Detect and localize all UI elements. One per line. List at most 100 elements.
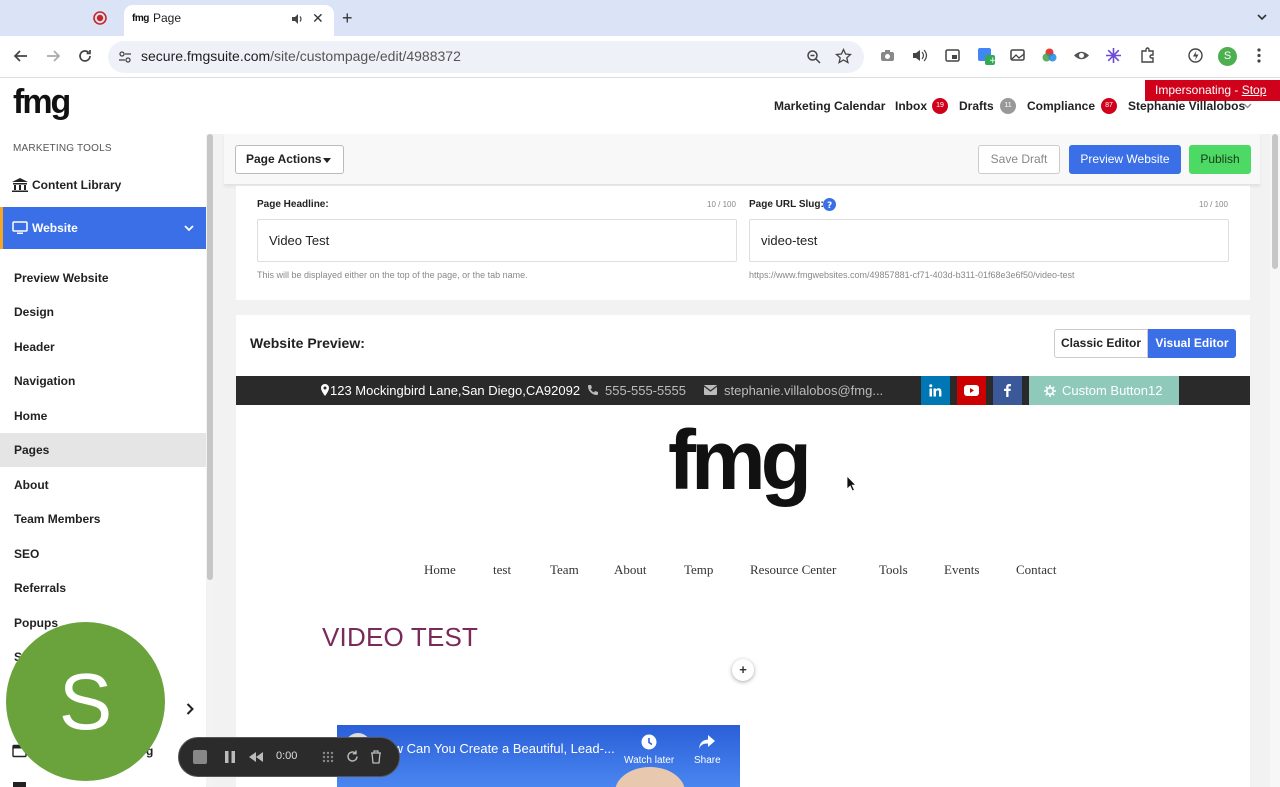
fmg-logo[interactable]: fmg: [13, 82, 71, 122]
youtube-button[interactable]: [957, 376, 986, 405]
sidebar-bottom-icon: [13, 782, 26, 787]
sidebar-item-design[interactable]: Design: [0, 295, 206, 329]
site-nav-contact[interactable]: Contact: [1016, 562, 1056, 578]
impersonating-banner: Impersonating - Stop: [1145, 80, 1280, 101]
page-url-slug-input[interactable]: video-test: [749, 219, 1229, 262]
mouse-cursor-icon: [846, 475, 857, 492]
page-actions-dropdown[interactable]: Page Actions: [235, 145, 344, 174]
site-nav-test[interactable]: test: [493, 562, 511, 578]
sparkle-extension-icon[interactable]: [1105, 47, 1122, 64]
restart-icon[interactable]: [346, 750, 359, 763]
tab-close-icon[interactable]: ✕: [312, 10, 324, 27]
performance-icon[interactable]: [1187, 47, 1204, 64]
site-nav-resource-center[interactable]: Resource Center: [750, 562, 836, 578]
stop-impersonating-link[interactable]: Stop: [1242, 83, 1267, 97]
site-nav-about[interactable]: About: [614, 562, 647, 578]
sidebar-item-pages[interactable]: Pages: [0, 433, 206, 467]
site-nav-team[interactable]: Team: [550, 562, 579, 578]
main-scrollbar[interactable]: [1270, 134, 1280, 787]
visual-editor-toggle[interactable]: Visual Editor: [1148, 329, 1236, 358]
linkedin-button[interactable]: [921, 376, 950, 405]
custom-button-12[interactable]: Custom Button12: [1029, 376, 1179, 405]
watch-later-clock-icon[interactable]: [641, 734, 657, 750]
address-bar[interactable]: secure.fmgsuite.com/site/custompage/edit…: [108, 41, 864, 73]
browser-menu-icon[interactable]: [1254, 47, 1264, 64]
sidebar-item-preview-website[interactable]: Preview Website: [0, 261, 206, 295]
reload-icon[interactable]: [76, 47, 94, 65]
drag-handle-icon[interactable]: [322, 751, 334, 763]
page-actions-label: Page Actions: [246, 152, 322, 166]
share-label[interactable]: Share: [694, 755, 721, 766]
video-thumbnail-person: [615, 767, 685, 787]
browser-tab[interactable]: fmg Page ✕: [124, 5, 334, 36]
user-menu-chevron-icon[interactable]: [1243, 103, 1252, 109]
sidebar-item-referrals[interactable]: Referrals: [0, 571, 206, 605]
site-nav-tools[interactable]: Tools: [879, 562, 908, 578]
color-picker-icon[interactable]: [1041, 47, 1058, 64]
watch-later-label[interactable]: Watch later: [624, 755, 674, 766]
site-nav-temp[interactable]: Temp: [684, 562, 713, 578]
picture-in-picture-icon[interactable]: [944, 47, 961, 64]
drafts-link[interactable]: Drafts: [959, 99, 994, 113]
screen-cast-icon[interactable]: [1009, 47, 1026, 64]
forward-arrow-icon[interactable]: [44, 47, 62, 65]
sidebar-item-seo[interactable]: SEO: [0, 537, 206, 571]
delete-trash-icon[interactable]: [370, 750, 382, 764]
help-question-icon[interactable]: ?: [823, 198, 836, 211]
site-settings-icon[interactable]: [117, 49, 133, 65]
facebook-button[interactable]: [993, 376, 1022, 405]
zoom-icon[interactable]: [806, 49, 822, 65]
back-arrow-icon[interactable]: [12, 47, 30, 65]
share-arrow-icon[interactable]: [699, 735, 715, 749]
media-speaker-icon[interactable]: [911, 47, 928, 64]
sidebar-item-website[interactable]: Website: [0, 207, 206, 249]
site-phone[interactable]: 555-555-5555: [605, 383, 686, 398]
monitor-icon: [12, 221, 28, 234]
sidebar-item-label: Content Library: [32, 178, 122, 192]
camera-icon[interactable]: [879, 47, 896, 64]
extensions-puzzle-icon[interactable]: [1139, 47, 1156, 64]
inbox-link[interactable]: Inbox: [895, 99, 927, 113]
site-nav-home[interactable]: Home: [424, 562, 456, 578]
classic-editor-toggle[interactable]: Classic Editor: [1054, 329, 1148, 358]
save-draft-button[interactable]: Save Draft: [978, 145, 1060, 174]
add-block-button[interactable]: +: [732, 659, 754, 681]
translate-extension-icon[interactable]: +: [977, 47, 996, 66]
chevron-right-icon[interactable]: [186, 703, 194, 715]
compliance-link[interactable]: Compliance: [1027, 99, 1095, 113]
sidebar-item-about[interactable]: About: [0, 468, 206, 502]
recording-timer: 0:00: [276, 750, 298, 762]
main-scroll-thumb[interactable]: [1272, 134, 1278, 269]
eye-extension-icon[interactable]: [1073, 47, 1090, 64]
sidebar-scroll-thumb[interactable]: [207, 134, 213, 580]
stop-recording-icon[interactable]: [193, 750, 207, 764]
sidebar-item-header[interactable]: Header: [0, 330, 206, 364]
sidebar-item-home[interactable]: Home: [0, 399, 206, 433]
rewind-icon[interactable]: [249, 752, 263, 762]
marketing-calendar-link[interactable]: Marketing Calendar: [774, 99, 885, 113]
site-logo[interactable]: fmg: [668, 412, 812, 508]
site-nav-events[interactable]: Events: [944, 562, 979, 578]
tab-audio-icon[interactable]: [290, 12, 304, 26]
headline-label: Page Headline:: [257, 199, 329, 210]
slug-label: Page URL Slug:: [749, 199, 824, 210]
new-tab-icon[interactable]: +: [342, 8, 353, 29]
slug-help-url: https://www.fmgwebsites.com/49857881-cf7…: [749, 270, 1075, 280]
facebook-icon: [1004, 384, 1011, 397]
sidebar-item-navigation[interactable]: Navigation: [0, 364, 206, 398]
sidebar-item-team-members[interactable]: Team Members: [0, 502, 206, 536]
preview-website-button[interactable]: Preview Website: [1069, 145, 1181, 174]
sidebar-section-heading: MARKETING TOOLS: [13, 143, 112, 154]
profile-avatar[interactable]: S: [1218, 47, 1237, 66]
url-text: secure.fmgsuite.com/site/custompage/edit…: [141, 48, 461, 64]
sidebar-item-content-library[interactable]: Content Library: [0, 168, 206, 202]
sidebar-scrollbar[interactable]: [206, 134, 214, 787]
site-email[interactable]: stephanie.villalobos@fmg...: [724, 383, 883, 398]
page-headline-input[interactable]: Video Test: [257, 219, 737, 262]
pause-icon[interactable]: [225, 751, 235, 763]
bookmark-star-icon[interactable]: [835, 48, 852, 65]
tab-search-chevron-icon[interactable]: [1255, 10, 1269, 24]
publish-button[interactable]: Publish: [1189, 145, 1251, 174]
user-menu[interactable]: Stephanie Villalobos: [1128, 99, 1245, 113]
video-title[interactable]: How Can You Create a Beautiful, Lead-...: [377, 741, 615, 756]
